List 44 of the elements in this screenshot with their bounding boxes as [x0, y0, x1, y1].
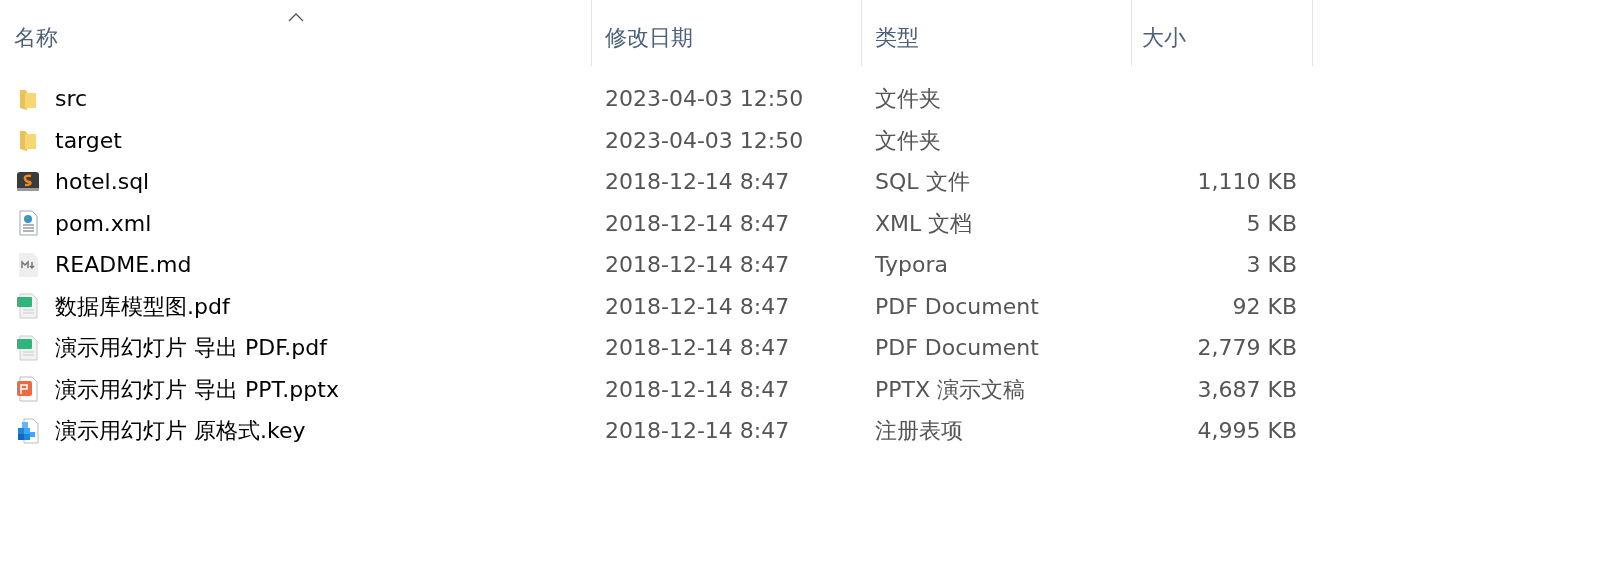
- file-type: 文件夹: [875, 86, 941, 112]
- file-name[interactable]: src: [55, 82, 88, 116]
- file-size: 5 KB: [1246, 209, 1297, 238]
- markdown-file-icon: [16, 251, 40, 278]
- column-header[interactable]: 类型: [875, 21, 919, 54]
- file-size: 3 KB: [1246, 251, 1297, 280]
- file-name[interactable]: hotel.sql: [55, 165, 150, 199]
- modified-date: 2018-12-14 8:47: [605, 252, 790, 278]
- file-size: 3,687 KB: [1197, 375, 1297, 404]
- file-name[interactable]: 演示用幻灯片 导出 PDF.pdf: [55, 331, 327, 365]
- modified-date: 2018-12-14 8:47: [605, 210, 790, 236]
- registry-file-icon: [16, 417, 40, 444]
- column-header[interactable]: 大小: [1142, 21, 1186, 54]
- file-name[interactable]: 演示用幻灯片 导出 PPT.pptx: [55, 372, 339, 406]
- file-type: PDF Document: [875, 293, 1039, 319]
- file-size: 1,110 KB: [1197, 168, 1297, 197]
- file-type: XML 文档: [875, 210, 973, 236]
- file-size: 2,779 KB: [1197, 334, 1297, 363]
- file-type: SQL 文件: [875, 169, 970, 195]
- file-type: PPTX 演示文稿: [875, 376, 1026, 402]
- file-name[interactable]: target: [55, 123, 122, 157]
- modified-date: 2018-12-14 8:47: [605, 169, 790, 195]
- slides-file-icon: [16, 376, 40, 403]
- column-header[interactable]: 名称: [14, 21, 58, 54]
- file-type: 文件夹: [875, 127, 941, 153]
- modified-date: 2018-12-14 8:47: [605, 335, 790, 361]
- xml-file-icon: [16, 210, 40, 237]
- pdf-file-icon: [16, 334, 40, 361]
- file-type: PDF Document: [875, 335, 1039, 361]
- modified-date: 2018-12-14 8:47: [605, 418, 790, 444]
- column-header[interactable]: 修改日期: [605, 21, 693, 54]
- file-type: Typora: [875, 252, 948, 278]
- modified-date: 2023-04-03 12:50: [605, 127, 804, 153]
- file-size: 92 KB: [1232, 292, 1297, 321]
- pdf-file-icon: [16, 293, 40, 320]
- file-type: 注册表项: [875, 418, 963, 444]
- file-size: 4,995 KB: [1197, 417, 1297, 446]
- file-name[interactable]: 演示用幻灯片 原格式.key: [55, 414, 306, 448]
- modified-date: 2018-12-14 8:47: [605, 293, 790, 319]
- file-name[interactable]: pom.xml: [55, 206, 152, 240]
- modified-date: 2018-12-14 8:47: [605, 376, 790, 402]
- file-name[interactable]: README.md: [55, 248, 192, 282]
- modified-date: 2023-04-03 12:50: [605, 86, 804, 112]
- file-name[interactable]: 数据库模型图.pdf: [55, 289, 230, 323]
